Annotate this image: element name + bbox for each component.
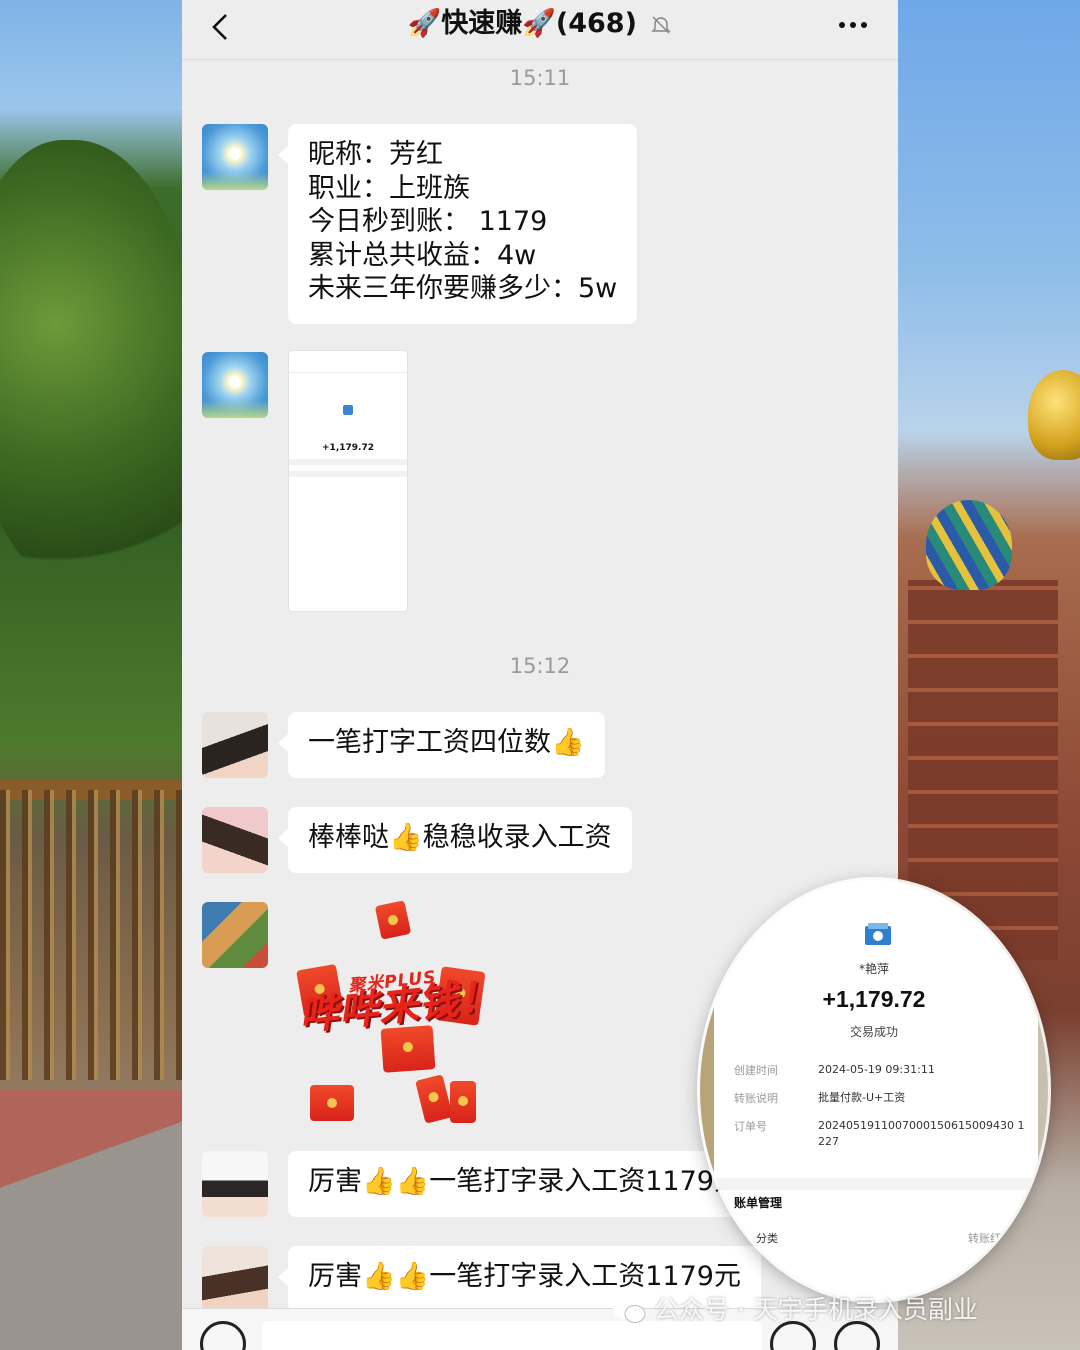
red-envelope-sticker[interactable]: 聚米PLUS 哔哔来钱！ — [288, 895, 518, 1130]
transfer-amount: +1,179.72 — [822, 986, 926, 1012]
transfer-icon — [343, 405, 353, 415]
payer-name: *艳萍 — [858, 962, 889, 976]
category-label: 分类 — [756, 1232, 778, 1245]
group-name: 🚀快速赚🚀(468) — [407, 8, 637, 39]
message-text: 厉害👍👍一笔打字录入工资1179元 — [308, 1166, 741, 1197]
category-value: 转账红 — [968, 1232, 1001, 1245]
timestamp: 15:11 — [509, 66, 571, 90]
row-value: 2024051911007000150615009430 1227 — [818, 1119, 1025, 1148]
watermark-text: 公众号 · 天宇手机录入员副业 — [654, 1295, 978, 1324]
message-text: 厉害👍👍一笔打字录入工资1179元 — [308, 1261, 741, 1292]
receipt-thumb-amount: +1,179.72 — [322, 443, 374, 453]
row-label: 订单号 — [734, 1120, 767, 1133]
message-text: 一笔打字工资四位数👍 — [308, 727, 585, 758]
intro-line-nickname: 昵称：芳红 — [308, 139, 443, 170]
row-value: 批量付款-U+工资 — [818, 1091, 906, 1104]
transaction-status: 交易成功 — [849, 1025, 898, 1039]
intro-line-total: 累计总共收益：4w — [308, 239, 537, 271]
red-envelope-icon — [310, 1085, 354, 1121]
avatar[interactable] — [202, 1151, 268, 1217]
row-value: 2024-05-19 09:31:11 — [818, 1063, 935, 1076]
avatar[interactable] — [202, 902, 268, 968]
timestamp: 15:12 — [509, 654, 571, 678]
avatar[interactable] — [202, 1246, 268, 1312]
receipt-image-message[interactable]: +1,179.72 — [288, 350, 408, 612]
intro-line-today: 今日秒到账： 1179 — [308, 206, 548, 237]
chat-header: 🚀快速赚🚀(468) — [182, 0, 898, 60]
message-bubble[interactable]: 厉害👍👍一笔打字录入工资1179元 — [288, 1151, 758, 1217]
transfer-icon — [865, 923, 891, 945]
chat-title: 🚀快速赚🚀(468) — [182, 6, 898, 42]
watermark: 公众号 · 天宇手机录入员副业 — [612, 1290, 978, 1326]
intro-line-job: 职业：上班族 — [308, 172, 470, 204]
bill-management-heading: 账单管理 — [734, 1196, 783, 1210]
avatar[interactable] — [202, 124, 268, 190]
avatar[interactable] — [202, 352, 268, 418]
message-text: 棒棒哒👍稳稳收录入工资 — [308, 822, 612, 853]
voice-input-icon[interactable] — [200, 1321, 246, 1350]
more-options-icon[interactable] — [838, 20, 868, 30]
message-bubble[interactable]: 棒棒哒👍稳稳收录入工资 — [278, 807, 632, 873]
red-envelope-icon — [415, 1074, 453, 1124]
background-left-scene — [0, 0, 200, 1350]
receipt-thumb-header — [289, 351, 407, 373]
wechat-icon — [613, 1299, 646, 1323]
receipt-zoom-lens: *艳萍 +1,179.72 交易成功 创建时间 2024-05-19 09:31… — [700, 880, 1048, 1300]
intro-line-goal: 未来三年你要赚多少：5w — [308, 273, 618, 304]
row-label: 转账说明 — [734, 1092, 778, 1105]
mute-bell-icon — [651, 15, 672, 34]
avatar[interactable] — [202, 807, 268, 873]
message-bubble[interactable]: 一笔打字工资四位数👍 — [278, 712, 605, 778]
row-label: 创建时间 — [734, 1064, 778, 1077]
avatar[interactable] — [202, 712, 268, 778]
message-bubble-intro[interactable]: 昵称：芳红 职业：上班族 今日秒到账： 1179 累计总共收益：4w 未来三年你… — [278, 124, 637, 324]
red-envelope-icon — [374, 900, 412, 940]
red-envelope-icon — [450, 1081, 476, 1123]
